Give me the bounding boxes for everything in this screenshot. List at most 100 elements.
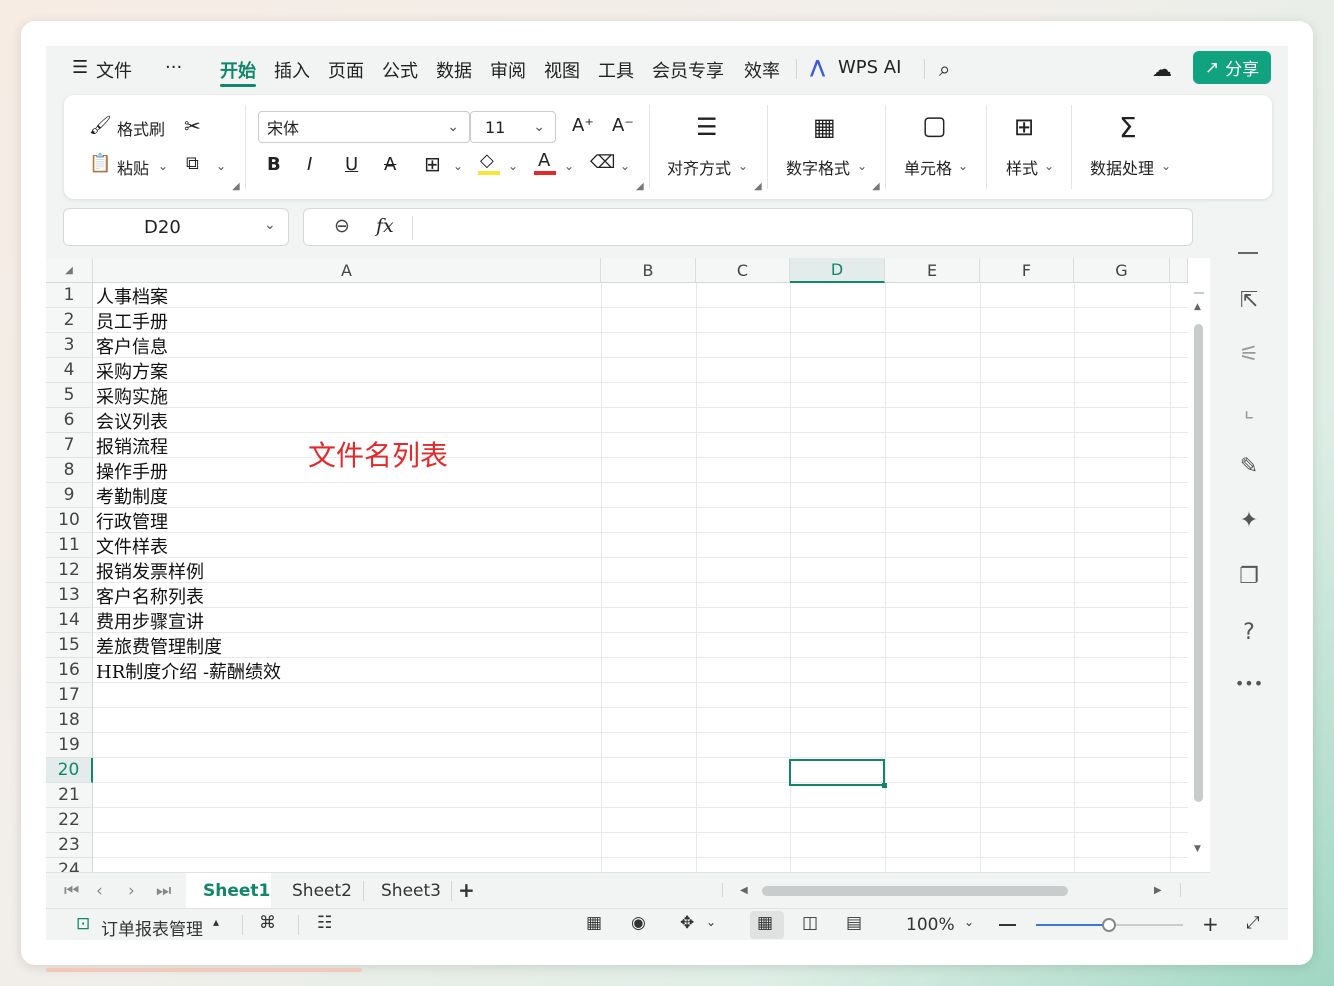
list-icon[interactable]: ☷ bbox=[317, 913, 332, 933]
collapse-panel-icon[interactable] bbox=[1238, 252, 1258, 254]
name-box[interactable]: D20 ⌄ bbox=[63, 208, 289, 246]
tab-formula[interactable]: 公式 bbox=[382, 57, 418, 83]
row-header[interactable]: 4 bbox=[46, 358, 93, 383]
row-header[interactable]: 3 bbox=[46, 333, 93, 358]
scroll-right-icon[interactable]: ▶ bbox=[1154, 885, 1162, 896]
chevron-down-icon[interactable]: ⌄ bbox=[964, 915, 974, 929]
column-header-f[interactable]: F bbox=[980, 258, 1074, 283]
tab-view[interactable]: 视图 bbox=[544, 57, 580, 83]
last-sheet-icon[interactable]: ⏭ bbox=[156, 881, 171, 901]
vertical-scrollbar[interactable]: ▲ ▼ bbox=[1188, 258, 1210, 872]
column-header-g[interactable]: G bbox=[1074, 258, 1170, 283]
cell-a13[interactable]: 客户名称列表 bbox=[96, 583, 204, 608]
spreadsheet-grid[interactable]: ◢ A B C D E F G 1 人事档案 2 员工手册 3 客户信息 4 采购方案 5 采购实… bbox=[46, 258, 1188, 872]
tab-home[interactable]: 开始 bbox=[220, 57, 256, 83]
book-search-icon[interactable]: ❐ bbox=[1234, 564, 1264, 589]
format-painter-button[interactable]: 格式刷 bbox=[117, 116, 165, 140]
border-icon[interactable]: ⊞ bbox=[424, 152, 441, 176]
horizontal-scroll-thumb[interactable] bbox=[762, 886, 1068, 896]
chevron-down-icon[interactable]: ⌄ bbox=[620, 159, 630, 173]
prev-sheet-icon[interactable]: ‹ bbox=[96, 881, 103, 901]
align-button[interactable]: 对齐方式 bbox=[667, 155, 731, 179]
cell-a2[interactable]: 员工手册 bbox=[96, 308, 168, 333]
fx-icon[interactable]: fx bbox=[376, 215, 394, 237]
row-header[interactable]: 14 bbox=[46, 608, 93, 633]
row-header[interactable]: 9 bbox=[46, 483, 93, 508]
style-brush-icon[interactable]: ✎ bbox=[1234, 454, 1264, 479]
paste-button[interactable]: 粘贴 bbox=[117, 155, 149, 179]
row-header[interactable]: 21 bbox=[46, 783, 93, 808]
column-header-h[interactable] bbox=[1170, 258, 1188, 283]
cell-a5[interactable]: 采购实施 bbox=[96, 383, 168, 408]
share-button[interactable]: ↗ 分享 bbox=[1193, 51, 1271, 84]
column-header-c[interactable]: C bbox=[696, 258, 790, 283]
decrease-font-icon[interactable]: A⁻ bbox=[612, 115, 634, 136]
row-header[interactable]: 8 bbox=[46, 458, 93, 483]
row-header[interactable]: 13 bbox=[46, 583, 93, 608]
tab-member[interactable]: 会员专享 bbox=[652, 57, 724, 83]
sheet-tab-3[interactable]: Sheet3 bbox=[381, 881, 441, 901]
active-cell-d20[interactable] bbox=[789, 759, 887, 788]
record-macro-icon[interactable]: ⌘ bbox=[259, 913, 276, 933]
zoom-level[interactable]: 100% bbox=[906, 915, 955, 935]
expand-corner-icon[interactable]: ◢ bbox=[232, 181, 240, 192]
page-break-view-icon[interactable]: ◫ bbox=[802, 913, 818, 933]
cell-a14[interactable]: 费用步骤宣讲 bbox=[96, 608, 204, 633]
normal-view-icon[interactable]: ▦ bbox=[757, 913, 773, 933]
column-header-b[interactable]: B bbox=[601, 258, 696, 283]
fullscreen-icon[interactable]: ⤢ bbox=[1246, 913, 1260, 933]
tab-review[interactable]: 审阅 bbox=[490, 57, 526, 83]
column-header-a[interactable]: A bbox=[93, 258, 601, 283]
copy-icon[interactable]: ⧉ bbox=[186, 153, 199, 174]
chevron-down-icon[interactable]: ⌄ bbox=[158, 159, 168, 173]
cut-icon[interactable]: ✂ bbox=[184, 114, 201, 138]
number-format-button[interactable]: 数字格式 bbox=[786, 155, 850, 179]
scroll-left-icon[interactable]: ◀ bbox=[740, 885, 748, 896]
cell-a12[interactable]: 报销发票样例 bbox=[96, 558, 204, 583]
row-header[interactable]: 20 bbox=[46, 758, 93, 783]
row-header[interactable]: 5 bbox=[46, 383, 93, 408]
cell-a8[interactable]: 操作手册 bbox=[96, 458, 168, 483]
row-header[interactable]: 11 bbox=[46, 533, 93, 558]
data-process-button[interactable]: 数据处理 bbox=[1090, 155, 1154, 179]
more-icon[interactable]: ••• bbox=[1234, 674, 1264, 693]
strikethrough-button[interactable]: A bbox=[384, 154, 396, 175]
menu-file[interactable]: 文件 bbox=[96, 57, 132, 83]
tools-icon[interactable]: ✦ bbox=[1234, 508, 1264, 533]
next-sheet-icon[interactable]: › bbox=[128, 881, 135, 901]
cell-a9[interactable]: 考勤制度 bbox=[96, 483, 168, 508]
focus-mode-icon[interactable]: ✥ bbox=[680, 913, 694, 933]
row-header[interactable]: 22 bbox=[46, 808, 93, 833]
row-header[interactable]: 17 bbox=[46, 683, 93, 708]
chevron-down-icon[interactable]: ⌄ bbox=[564, 159, 574, 173]
scroll-up-icon[interactable]: ▲ bbox=[1194, 302, 1201, 312]
row-header[interactable]: 2 bbox=[46, 308, 93, 333]
settings-sliders-icon[interactable]: ⚟ bbox=[1234, 342, 1264, 367]
chevron-up-icon[interactable]: ▴ bbox=[213, 915, 219, 929]
expand-corner-icon[interactable]: ◢ bbox=[754, 181, 762, 192]
cell-a6[interactable]: 会议列表 bbox=[96, 408, 168, 433]
tab-insert[interactable]: 插入 bbox=[274, 57, 310, 83]
row-header[interactable]: 10 bbox=[46, 508, 93, 533]
tab-page[interactable]: 页面 bbox=[328, 57, 364, 83]
tab-data[interactable]: 数据 bbox=[436, 57, 472, 83]
cell-a1[interactable]: 人事档案 bbox=[96, 283, 168, 308]
select-all-corner[interactable]: ◢ bbox=[46, 258, 93, 283]
column-header-d[interactable]: D bbox=[790, 258, 885, 283]
help-icon[interactable]: ? bbox=[1234, 620, 1264, 645]
underline-button[interactable]: U bbox=[345, 154, 358, 175]
row-header[interactable]: 6 bbox=[46, 408, 93, 433]
font-size-select[interactable]: 11 ⌄ bbox=[470, 111, 556, 143]
zoom-formula-icon[interactable]: ⊖ bbox=[334, 215, 350, 237]
fill-color-icon[interactable]: ◇ bbox=[480, 150, 494, 171]
chevron-down-icon[interactable]: ⌄ bbox=[508, 159, 518, 173]
cell-a7[interactable]: 报销流程 bbox=[96, 433, 168, 458]
cell-a4[interactable]: 采购方案 bbox=[96, 358, 168, 383]
table-settings-icon[interactable]: ▦ bbox=[586, 913, 602, 933]
scroll-down-icon[interactable]: ▼ bbox=[1194, 844, 1201, 854]
expand-corner-icon[interactable]: ◢ bbox=[636, 181, 644, 192]
cell-a15[interactable]: 差旅费管理制度 bbox=[96, 633, 222, 658]
font-name-select[interactable]: 宋体 ⌄ bbox=[258, 111, 470, 143]
cell-a10[interactable]: 行政管理 bbox=[96, 508, 168, 533]
row-header[interactable]: 18 bbox=[46, 708, 93, 733]
